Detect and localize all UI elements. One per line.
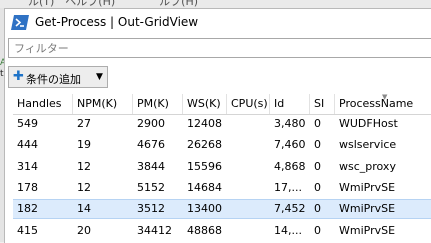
table-cell: 26268	[187, 138, 222, 152]
table-row[interactable]: 549 27 2900 12408 3,480 0 WUDFHost	[13, 114, 431, 134]
column-header-si[interactable]: SI	[310, 94, 335, 114]
table-cell: 27	[77, 117, 91, 130]
column-header-ws[interactable]: WS(K)	[183, 94, 227, 114]
column-header-handles[interactable]: Handles	[13, 94, 73, 114]
table-cell: 14	[77, 202, 91, 216]
table-cell	[227, 135, 231, 155]
window-title: Get-Process | Out-GridView	[35, 15, 199, 29]
table-cell: 14684	[187, 180, 222, 194]
table-cell: 17,...	[274, 180, 302, 194]
table-cell	[227, 178, 231, 198]
table-cell: 15596	[187, 159, 222, 173]
table-cell: 3844	[137, 159, 165, 173]
table-cell: 0	[314, 180, 321, 194]
table-cell: 0	[314, 202, 321, 216]
table-cell: 178	[17, 180, 38, 194]
table-cell: 7,460	[274, 138, 306, 152]
table-cell: 0	[314, 117, 321, 130]
table-cell: 12408	[187, 117, 222, 130]
table-cell: 20	[77, 223, 91, 237]
out-gridview-window: Get-Process | Out-GridView ✚ 条件の追加 ▼ Han…	[4, 8, 431, 243]
dropdown-arrow-icon: ▼	[96, 72, 103, 82]
background-window-text: ル(T) ヘルプ(H) ルプ(H)	[28, 0, 199, 8]
table-row[interactable]: 178 12 5152 14684 17,... 0 WmiPrvSE	[13, 178, 431, 198]
column-header-pm[interactable]: PM(K)	[133, 94, 183, 114]
table-cell: 12	[77, 180, 91, 194]
table-cell: wsc_proxy	[339, 159, 396, 173]
column-header-cpu[interactable]: CPU(s)	[227, 94, 270, 114]
sort-descending-icon: ▼	[382, 93, 388, 101]
plus-icon: ✚	[13, 69, 24, 84]
table-cell: 5152	[137, 180, 165, 194]
table-cell: wslservice	[339, 138, 397, 152]
table-cell: 0	[314, 138, 321, 152]
background-fragment: t	[0, 69, 4, 79]
table-cell: 182	[17, 202, 38, 216]
table-row[interactable]: 444 19 4676 26268 7,460 0 wslservice	[13, 135, 431, 155]
add-criteria-button[interactable]: ✚ 条件の追加 ▼	[8, 66, 108, 88]
column-header-npm[interactable]: NPM(K)	[73, 94, 133, 114]
table-row[interactable]: 314 12 3844 15596 4,868 0 wsc_proxy	[13, 157, 431, 177]
table-cell: 19	[77, 138, 91, 152]
filter-input[interactable]	[9, 39, 431, 57]
table-cell: WmiPrvSE	[339, 223, 396, 237]
table-cell: 3512	[137, 202, 165, 216]
column-header-id[interactable]: Id	[270, 94, 310, 114]
background-window-strip: ル(T) ヘルプ(H) ルプ(H)	[0, 0, 431, 8]
table-cell: 3,480	[274, 117, 306, 130]
table-cell: 2900	[137, 117, 165, 130]
table-cell	[227, 157, 231, 177]
results-grid: Handles NPM(K) PM(K) WS(K) CPU(s) Id SI …	[13, 93, 431, 243]
table-cell: WUDFHost	[339, 117, 398, 130]
table-cell	[227, 114, 231, 134]
table-cell: 4676	[137, 138, 165, 152]
table-cell	[227, 221, 231, 241]
table-cell: 34412	[137, 223, 172, 237]
grid-header: Handles NPM(K) PM(K) WS(K) CPU(s) Id SI …	[13, 93, 431, 115]
table-cell: 444	[17, 138, 38, 152]
table-cell: WmiPrvSE	[339, 180, 396, 194]
table-cell: 314	[17, 159, 38, 173]
table-cell: WmiPrvSE	[339, 202, 396, 216]
table-cell: 13400	[187, 202, 222, 216]
filter-box[interactable]	[8, 38, 431, 58]
table-cell: 12	[77, 159, 91, 173]
table-cell: 7,452	[274, 202, 306, 216]
table-cell	[227, 200, 231, 220]
table-row[interactable]: 415 20 34412 48868 14,... 0 WmiPrvSE	[13, 221, 431, 241]
table-cell: 14,...	[274, 223, 302, 237]
table-cell: 0	[314, 223, 321, 237]
table-cell: 415	[17, 223, 38, 237]
powershell-icon	[11, 15, 29, 30]
table-cell: 4,868	[274, 159, 306, 173]
table-cell: 48868	[187, 223, 222, 237]
title-bar[interactable]: Get-Process | Out-GridView	[5, 9, 431, 37]
table-row[interactable]: 182 14 3512 13400 7,452 0 WmiPrvSE	[13, 199, 431, 220]
table-cell: 549	[17, 117, 38, 130]
table-cell: 0	[314, 159, 321, 173]
add-criteria-label: 条件の追加	[26, 73, 81, 86]
